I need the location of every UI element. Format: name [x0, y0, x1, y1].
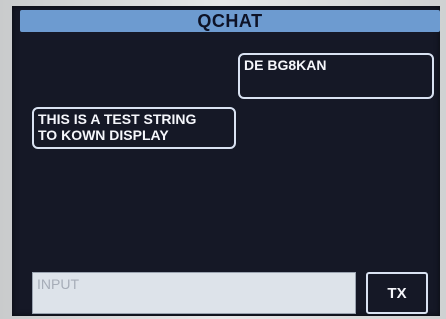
title-bar: QCHAT [20, 10, 440, 32]
message-bubble-received: DE BG8KAN [238, 53, 434, 99]
message-input[interactable]: INPUT [32, 272, 356, 314]
device-frame: QCHAT DE BG8KAN THIS IS A TEST STRING TO… [0, 0, 446, 319]
app-title: QCHAT [197, 10, 263, 31]
lcd-screen: QCHAT DE BG8KAN THIS IS A TEST STRING TO… [12, 6, 440, 316]
message-bubble-sent: THIS IS A TEST STRING TO KOWN DISPLAY [32, 107, 236, 149]
tx-button[interactable]: TX [366, 272, 428, 314]
